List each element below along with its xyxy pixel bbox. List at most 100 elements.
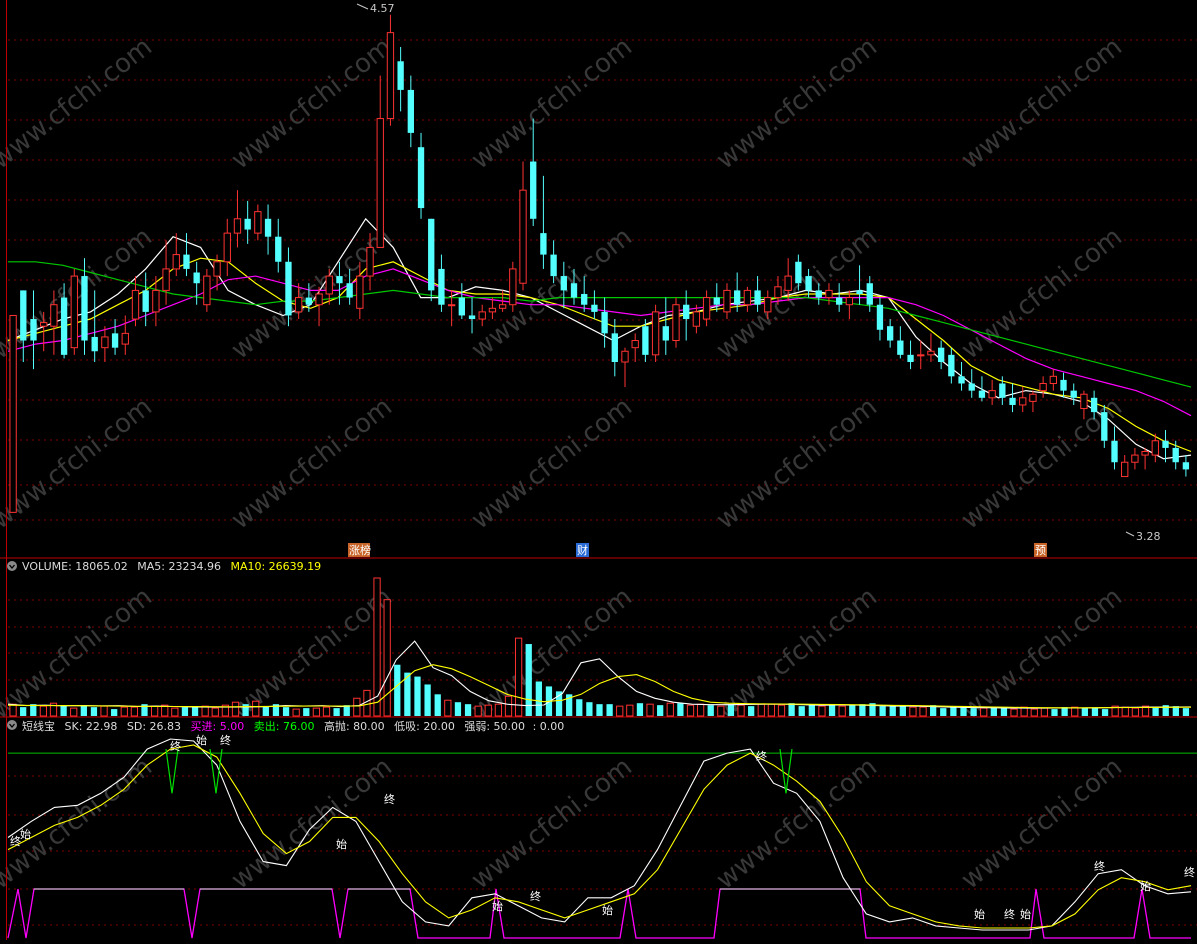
candle-body: [1090, 397, 1098, 413]
candle-body: [305, 297, 313, 305]
candle: [1009, 383, 1016, 413]
event-marker-2[interactable]: 财: [576, 543, 589, 557]
candle: [142, 272, 149, 327]
volume-bar: [586, 702, 593, 716]
candle-body: [876, 304, 884, 330]
watermark-text: www.cfchi.com: [226, 32, 398, 176]
candle-body: [275, 236, 282, 262]
candle: [907, 340, 914, 370]
watermark-text: www.cfchi.com: [466, 392, 638, 536]
indicator-collapse-icon[interactable]: [7, 720, 17, 730]
candle-body: [581, 293, 588, 305]
volume-bar: [838, 705, 846, 717]
candle: [193, 261, 200, 305]
signal-start-label: 始: [20, 827, 31, 841]
volume-bar: [940, 708, 947, 716]
signal-start-label: 始: [602, 903, 613, 917]
candle: [917, 340, 925, 370]
volume-bar: [1182, 708, 1190, 716]
indicator-sell: 卖出: 76.00: [254, 719, 315, 733]
volume-bar: [606, 704, 613, 716]
event-marker-2-label: 财: [577, 543, 588, 557]
volume-bar: [686, 704, 695, 717]
candle-body: [560, 276, 567, 291]
event-marker-1[interactable]: 涨榜: [348, 543, 371, 557]
candle: [386, 14, 395, 126]
candle-body: [397, 61, 404, 90]
volume-bar: [39, 705, 48, 717]
candle-body: [285, 261, 292, 316]
candle-body: [1060, 379, 1067, 391]
candle: [1111, 426, 1118, 470]
volume-bar: [1010, 708, 1018, 717]
volume-bar: [1152, 707, 1159, 716]
volume-bar: [646, 703, 654, 717]
candle: [121, 315, 129, 355]
candle-body: [9, 314, 17, 513]
sell-dip-marker: [209, 748, 223, 794]
candle-body: [315, 293, 323, 306]
volume-bar: [394, 664, 401, 716]
candle: [376, 75, 384, 248]
candle: [111, 319, 119, 355]
candle: [937, 340, 945, 370]
candle-body: [244, 218, 251, 230]
volume-bar: [373, 577, 381, 717]
candle-body: [40, 322, 48, 327]
watermark-text: www.cfchi.com: [466, 752, 638, 896]
volume-bar: [717, 705, 725, 717]
volume-bar: [919, 706, 927, 717]
candle-body: [447, 304, 456, 307]
candle-body: [183, 254, 190, 269]
price-min-label: 3.28: [1136, 530, 1161, 543]
candle-body: [999, 383, 1006, 398]
volume-header: VOLUME: 18065.02 MA5: 23234.96 MA10: 266…: [7, 560, 321, 573]
candle: [702, 290, 711, 327]
volume-bar: [737, 704, 745, 717]
candle-body: [815, 290, 822, 298]
candle-body: [1121, 461, 1129, 478]
stock-chart-window: www.cfchi.com www.cfchi.com www.cfchi.com w…: [0, 0, 1197, 940]
candle-body: [1009, 397, 1016, 405]
watermark-layer: www.cfchi.com www.cfchi.com www.cfchi.com w…: [0, 32, 1128, 896]
volume-bar: [120, 706, 128, 717]
candle-body: [611, 333, 618, 362]
volume-bar: [798, 706, 805, 716]
volume-bar: [181, 707, 189, 716]
volume-bar: [292, 708, 300, 717]
candle: [478, 304, 486, 327]
candle: [540, 175, 547, 269]
candle: [1029, 390, 1037, 413]
candle: [723, 283, 731, 320]
volume-bar: [666, 702, 674, 717]
candle-body: [825, 289, 833, 299]
candle-body: [1101, 412, 1108, 441]
volume-collapse-icon[interactable]: [7, 561, 17, 571]
candle-body: [376, 118, 384, 248]
volume-bar: [1091, 708, 1099, 716]
candle-body: [937, 347, 945, 362]
candle: [968, 369, 975, 398]
volume-bar: [333, 708, 340, 716]
volume-bar: [252, 700, 260, 717]
volume-header-ma10: MA10: 26639.19: [230, 560, 321, 573]
event-marker-3[interactable]: 预: [1034, 543, 1047, 557]
candle-body: [1019, 397, 1027, 406]
candle: [1121, 455, 1129, 478]
volume-bar: [990, 707, 997, 716]
candle: [835, 283, 843, 312]
candle-body: [927, 350, 935, 356]
indicator-strength: 强弱: 50.00: [464, 720, 525, 733]
candle: [509, 261, 517, 312]
candle: [1049, 369, 1057, 391]
svg-text:VOLUME: 18065.02 MA5:: VOLUME: 18065.02 MA5: 23234.96 MA10: 266…: [22, 560, 321, 573]
signal-end-label: 终: [384, 792, 395, 806]
candle: [1162, 430, 1169, 463]
candle-body: [346, 283, 353, 298]
candle: [876, 297, 884, 341]
candle-body: [723, 289, 731, 313]
indicator-header: 短线宝 SK: 22.98 SD: 26.83 买进: 5.00 卖出: 76.…: [7, 719, 564, 733]
volume-bar: [414, 676, 421, 716]
candle-body: [968, 383, 975, 391]
volume-bar: [111, 709, 118, 716]
